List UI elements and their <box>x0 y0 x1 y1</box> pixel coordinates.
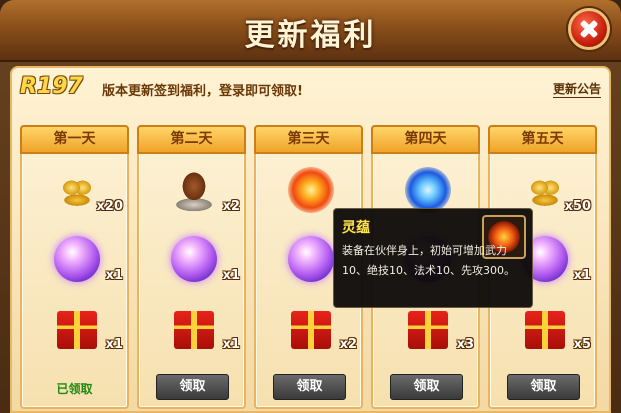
reward-item[interactable]: x20 <box>22 163 127 225</box>
claim-button[interactable]: 领取 <box>507 374 580 400</box>
gift-box-icon <box>408 311 448 349</box>
reward-item[interactable]: x1 <box>22 232 127 294</box>
reward-panel: 更新福利 R197 版本更新签到福利，登录即可领取! 更新公告 第一天 x20 … <box>0 0 621 413</box>
item-quantity: x3 <box>456 337 474 352</box>
day-label: 第一天 <box>20 125 129 154</box>
reward-item[interactable]: x2 <box>256 301 361 363</box>
item-quantity: x50 <box>564 199 591 214</box>
close-button[interactable] <box>568 8 610 50</box>
day-label: 第二天 <box>137 125 246 154</box>
announcement-link[interactable]: 更新公告 <box>552 80 601 98</box>
claim-button[interactable]: 领取 <box>273 374 346 400</box>
reward-item[interactable]: x3 <box>373 301 478 363</box>
item-quantity: x1 <box>222 268 240 283</box>
tooltip-title: 灵蕴 <box>342 220 370 236</box>
gift-box-icon <box>57 311 97 349</box>
item-quantity: x1 <box>222 337 240 352</box>
version-code: R197 <box>20 74 83 99</box>
gold-ingot-icon <box>54 167 100 213</box>
fire-swirl-icon <box>288 167 334 213</box>
item-quantity: x20 <box>96 199 123 214</box>
blue-crystal-icon <box>405 167 451 213</box>
purple-orb-icon <box>54 236 100 282</box>
banner-text: 版本更新签到福利，登录即可领取! <box>102 84 303 99</box>
reward-item[interactable]: x1 <box>139 301 244 363</box>
item-quantity: x2 <box>222 199 240 214</box>
day-label: 第三天 <box>254 125 363 154</box>
reward-item[interactable]: x1 <box>139 232 244 294</box>
reward-item[interactable]: x1 <box>22 301 127 363</box>
claim-button[interactable]: 领取 <box>390 374 463 400</box>
claimed-status: 已领取 <box>56 382 93 396</box>
item-tooltip: 灵蕴 装备在伙伴身上，初始可增加武力10、绝技10、法术10、先攻300。 <box>333 208 533 308</box>
gift-box-icon <box>291 311 331 349</box>
tooltip-description: 装备在伙伴身上，初始可增加武力10、绝技10、法术10、先攻300。 <box>342 244 515 277</box>
item-quantity: x1 <box>573 268 591 283</box>
item-quantity: x1 <box>105 337 123 352</box>
day-label: 第五天 <box>488 125 597 154</box>
day-card-2: 第二天 x2 x1 x1 领取 <box>137 125 246 409</box>
day-card-1: 第一天 x20 x1 x1 已领取 <box>20 125 129 409</box>
day-label: 第四天 <box>371 125 480 154</box>
window-title: 更新福利 <box>244 18 377 53</box>
item-quantity: x5 <box>573 337 591 352</box>
purple-orb-icon <box>171 236 217 282</box>
gift-box-icon <box>525 311 565 349</box>
item-quantity: x1 <box>105 268 123 283</box>
claim-button[interactable]: 领取 <box>156 374 229 400</box>
purple-orb-icon <box>288 236 334 282</box>
gift-box-icon <box>174 311 214 349</box>
title-bar: 更新福利 <box>0 0 621 62</box>
reward-item[interactable]: x2 <box>139 163 244 225</box>
gold-ingot-icon <box>522 167 568 213</box>
item-quantity: x2 <box>339 337 357 352</box>
egg-bowl-icon <box>171 167 217 213</box>
reward-item[interactable]: x5 <box>490 301 595 363</box>
